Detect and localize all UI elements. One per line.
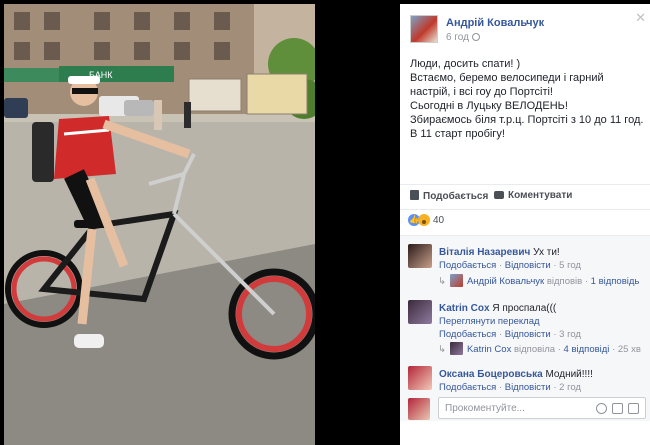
reply-summary[interactable]: ↳ Андрій Ковальчук відповів · 1 відповідь — [438, 274, 639, 287]
reply-verb: відповів — [546, 276, 583, 287]
comment-icon — [494, 191, 504, 199]
reply-arrow-icon: ↳ — [438, 344, 446, 355]
like-label: Подобається — [423, 191, 489, 202]
post-line: Встаємо, беремо велосипеди і гарний наст… — [410, 72, 604, 98]
reply-verb: відповіла — [513, 344, 556, 355]
comment-composer: Прокоментуйте... — [408, 396, 646, 420]
comment-reply-link[interactable]: Відповісти — [505, 382, 551, 393]
see-translation-link[interactable]: Переглянути переклад — [439, 316, 540, 327]
thumbs-up-icon — [410, 190, 419, 200]
author-name[interactable]: Андрій Ковальчук — [446, 17, 544, 29]
comment-like-link[interactable]: Подобається — [439, 329, 496, 340]
camera-icon[interactable] — [612, 403, 623, 414]
reply-count: 1 відповідь — [590, 276, 640, 287]
comment-text: Модний!!!! — [545, 369, 593, 380]
comment-like-link[interactable]: Подобається — [439, 382, 496, 393]
post-time[interactable]: 6 год — [446, 32, 480, 43]
comment-text: Ух ти! — [533, 247, 560, 258]
reply-count: 4 відповіді — [563, 344, 610, 355]
reply-author: Katrin Cox — [466, 344, 512, 355]
reply-time: 25 хв — [617, 344, 641, 355]
commenter-name[interactable]: Віталія Назаревич — [439, 247, 530, 258]
photo-image: БАНК — [4, 4, 315, 445]
comment-reply-link[interactable]: Відповісти — [505, 260, 551, 271]
comment-label: Коментувати — [508, 190, 573, 201]
post-line: В 11 старт пробігу! — [410, 128, 505, 140]
wow-reaction-icon — [418, 214, 430, 227]
close-icon[interactable]: ✕ — [635, 10, 646, 26]
comment-like-link[interactable]: Подобається — [439, 260, 496, 271]
comment-time[interactable]: 5 год — [559, 260, 581, 271]
reply-avatar — [449, 274, 463, 287]
emoji-icon[interactable] — [596, 403, 607, 414]
comment-placeholder: Прокоментуйте... — [445, 403, 525, 414]
comment-reply-link[interactable]: Відповісти — [505, 329, 551, 340]
comment-text: Я проспала((( — [492, 303, 557, 314]
comment-time[interactable]: 2 год — [559, 382, 581, 393]
commenter-avatar[interactable] — [408, 300, 432, 324]
author-avatar[interactable] — [410, 15, 438, 43]
like-button[interactable]: Подобається — [410, 190, 488, 202]
comments-section: Віталія Назаревич Ух ти! Подобається · В… — [400, 235, 650, 421]
commenter-name[interactable]: Katrin Cox — [439, 303, 490, 314]
comment-input[interactable]: Прокоментуйте... — [438, 397, 646, 419]
post-photo[interactable]: БАНК — [4, 4, 315, 445]
sticker-icon[interactable] — [628, 403, 639, 414]
commenter-avatar[interactable] — [408, 244, 432, 268]
reply-arrow-icon: ↳ — [438, 276, 446, 287]
post-header: Андрій Ковальчук 6 год ✕ — [400, 4, 650, 48]
reactions-summary[interactable]: 👍 40 — [408, 214, 444, 232]
post-actions: Подобається Коментувати — [400, 184, 650, 210]
commenter-name[interactable]: Оксана Боцеровська — [439, 369, 543, 380]
post-line: Збираємось біля т.р.ц. Портсіті з 10 до … — [410, 114, 644, 126]
reaction-count: 40 — [433, 214, 445, 226]
reply-summary[interactable]: ↳ Katrin Cox відповіла · 4 відповіді · 25… — [438, 342, 641, 355]
comment-button[interactable]: Коментувати — [494, 190, 572, 201]
post-line: Сьогодні в Луцьку ВЕЛОДЕНЬ! — [410, 100, 568, 112]
comment-time[interactable]: 3 год — [559, 329, 581, 340]
commenter-avatar[interactable] — [408, 366, 432, 390]
reply-avatar — [449, 342, 463, 355]
my-avatar — [408, 398, 430, 420]
post-line: Люди, досить спати! ) — [410, 58, 521, 70]
post-text: Люди, досить спати! ) Встаємо, беремо ве… — [410, 57, 646, 141]
post-time-text[interactable]: 6 год — [446, 32, 469, 43]
reply-author: Андрій Ковальчук — [466, 276, 545, 287]
post-panel: Андрій Ковальчук 6 год ✕ Люди, досить сп… — [400, 4, 650, 445]
globe-icon — [471, 33, 480, 41]
